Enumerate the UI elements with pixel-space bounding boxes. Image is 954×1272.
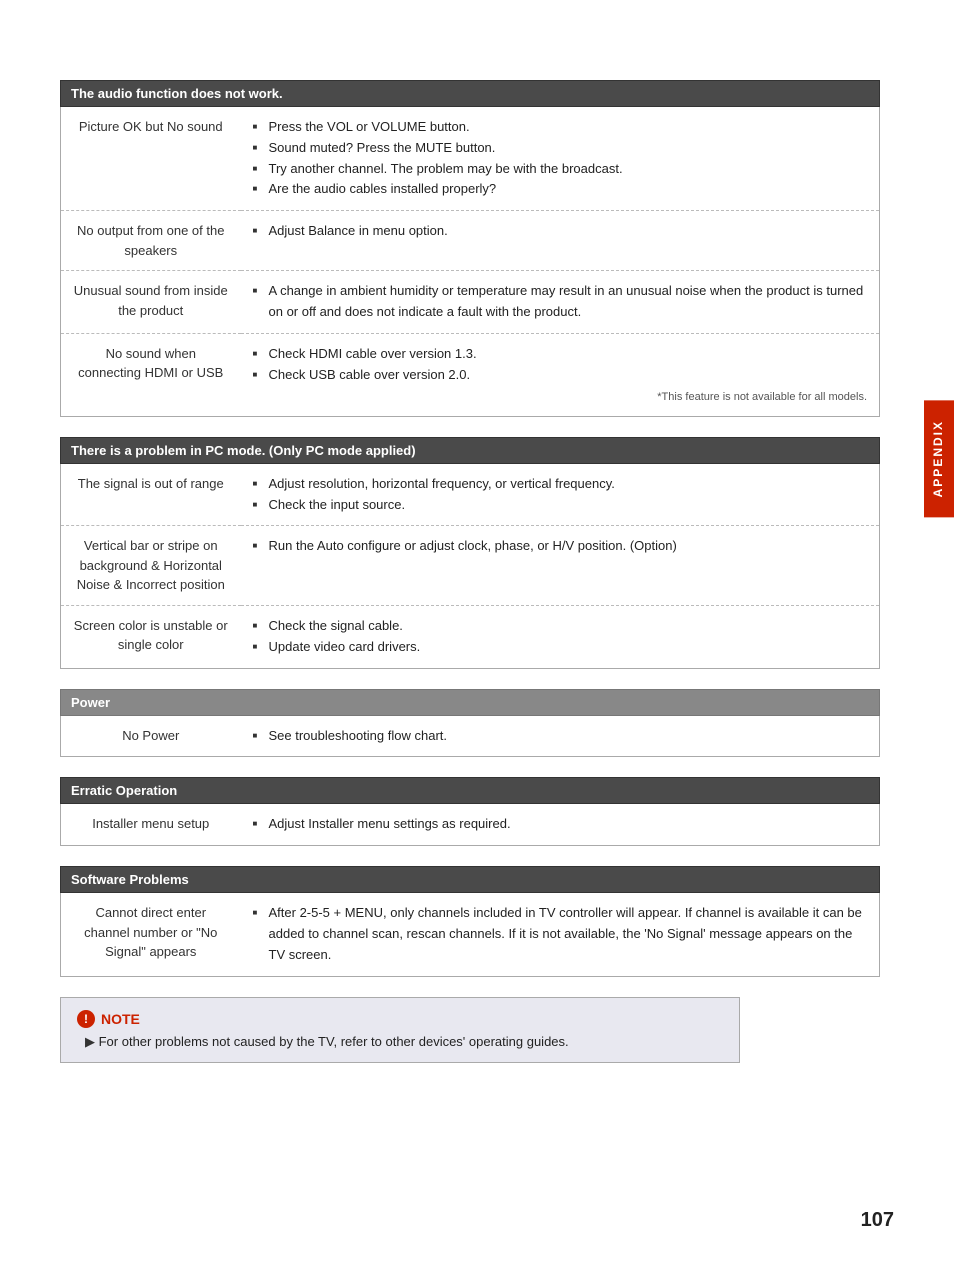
note-text: For other problems not caused by the TV,…: [77, 1034, 723, 1050]
table-power: No Power See troubleshooting flow chart.: [60, 716, 880, 758]
page-number: 107: [861, 1209, 894, 1232]
issue-cell: Vertical bar or stripe on background & H…: [61, 526, 241, 606]
note-box: ! NOTE For other problems not caused by …: [60, 997, 740, 1063]
section-audio: The audio function does not work. Pictur…: [60, 80, 880, 417]
table-row: Installer menu setup Adjust Installer me…: [61, 804, 880, 845]
table-row: The signal is out of range Adjust resolu…: [61, 464, 880, 526]
bullet-item: Check the input source.: [253, 495, 868, 516]
issue-cell: The signal is out of range: [61, 464, 241, 526]
section-header-power: Power: [60, 689, 880, 716]
bullet-item: Check the signal cable.: [253, 616, 868, 637]
small-note: *This feature is not available for all m…: [253, 389, 868, 406]
issue-cell: Unusual sound from inside the product: [61, 271, 241, 334]
section-header-pc: There is a problem in PC mode. (Only PC …: [60, 437, 880, 464]
section-power: Power No Power See troubleshooting flow …: [60, 689, 880, 758]
bullet-item: A change in ambient humidity or temperat…: [253, 281, 868, 323]
table-erratic: Installer menu setup Adjust Installer me…: [60, 804, 880, 846]
note-icon: !: [77, 1010, 95, 1028]
bullet-item: Sound muted? Press the MUTE button.: [253, 138, 868, 159]
bullet-item: Adjust Installer menu settings as requir…: [253, 814, 868, 835]
bullet-item: Adjust Balance in menu option.: [253, 221, 868, 242]
bullet-item: Adjust resolution, horizontal frequency,…: [253, 474, 868, 495]
table-row: Cannot direct enter channel number or "N…: [61, 893, 880, 976]
solution-cell: Check the signal cable. Update video car…: [241, 605, 880, 668]
issue-cell: Screen color is unstable or single color: [61, 605, 241, 668]
solution-cell: Adjust Balance in menu option.: [241, 211, 880, 271]
table-audio: Picture OK but No sound Press the VOL or…: [60, 107, 880, 417]
main-content: The audio function does not work. Pictur…: [60, 80, 880, 1063]
bullet-item: Update video card drivers.: [253, 637, 868, 658]
solution-cell: Run the Auto configure or adjust clock, …: [241, 526, 880, 606]
issue-cell: Cannot direct enter channel number or "N…: [61, 893, 241, 976]
bullet-item: After 2-5-5 + MENU, only channels includ…: [253, 903, 868, 965]
issue-cell: No output from one of the speakers: [61, 211, 241, 271]
table-pc: The signal is out of range Adjust resolu…: [60, 464, 880, 669]
bullet-item: Press the VOL or VOLUME button.: [253, 117, 868, 138]
issue-cell: No sound when connecting HDMI or USB: [61, 333, 241, 416]
solution-cell: After 2-5-5 + MENU, only channels includ…: [241, 893, 880, 976]
note-title-text: NOTE: [101, 1011, 140, 1027]
section-header-erratic: Erratic Operation: [60, 777, 880, 804]
table-row: No sound when connecting HDMI or USB Che…: [61, 333, 880, 416]
solution-cell: Adjust resolution, horizontal frequency,…: [241, 464, 880, 526]
issue-cell: Picture OK but No sound: [61, 107, 241, 211]
table-row: Unusual sound from inside the product A …: [61, 271, 880, 334]
issue-cell: Installer menu setup: [61, 804, 241, 845]
table-row: Picture OK but No sound Press the VOL or…: [61, 107, 880, 211]
bullet-item: Check USB cable over version 2.0.: [253, 365, 868, 386]
appendix-sidebar: APPENDIX: [924, 400, 954, 517]
note-title: ! NOTE: [77, 1010, 723, 1028]
solution-cell: Adjust Installer menu settings as requir…: [241, 804, 880, 845]
table-row: No output from one of the speakers Adjus…: [61, 211, 880, 271]
section-header-audio: The audio function does not work.: [60, 80, 880, 107]
bullet-item: Try another channel. The problem may be …: [253, 159, 868, 180]
bullet-item: Run the Auto configure or adjust clock, …: [253, 536, 868, 557]
solution-cell: See troubleshooting flow chart.: [241, 716, 880, 757]
section-pc: There is a problem in PC mode. (Only PC …: [60, 437, 880, 669]
section-header-software: Software Problems: [60, 866, 880, 893]
table-row: No Power See troubleshooting flow chart.: [61, 716, 880, 757]
table-row: Screen color is unstable or single color…: [61, 605, 880, 668]
table-row: Vertical bar or stripe on background & H…: [61, 526, 880, 606]
solution-cell: Press the VOL or VOLUME button. Sound mu…: [241, 107, 880, 211]
solution-cell: A change in ambient humidity or temperat…: [241, 271, 880, 334]
bullet-item: Are the audio cables installed properly?: [253, 179, 868, 200]
bullet-item: See troubleshooting flow chart.: [253, 726, 868, 747]
issue-cell: No Power: [61, 716, 241, 757]
solution-cell: Check HDMI cable over version 1.3. Check…: [241, 333, 880, 416]
section-software: Software Problems Cannot direct enter ch…: [60, 866, 880, 976]
section-erratic: Erratic Operation Installer menu setup A…: [60, 777, 880, 846]
table-software: Cannot direct enter channel number or "N…: [60, 893, 880, 976]
bullet-item: Check HDMI cable over version 1.3.: [253, 344, 868, 365]
